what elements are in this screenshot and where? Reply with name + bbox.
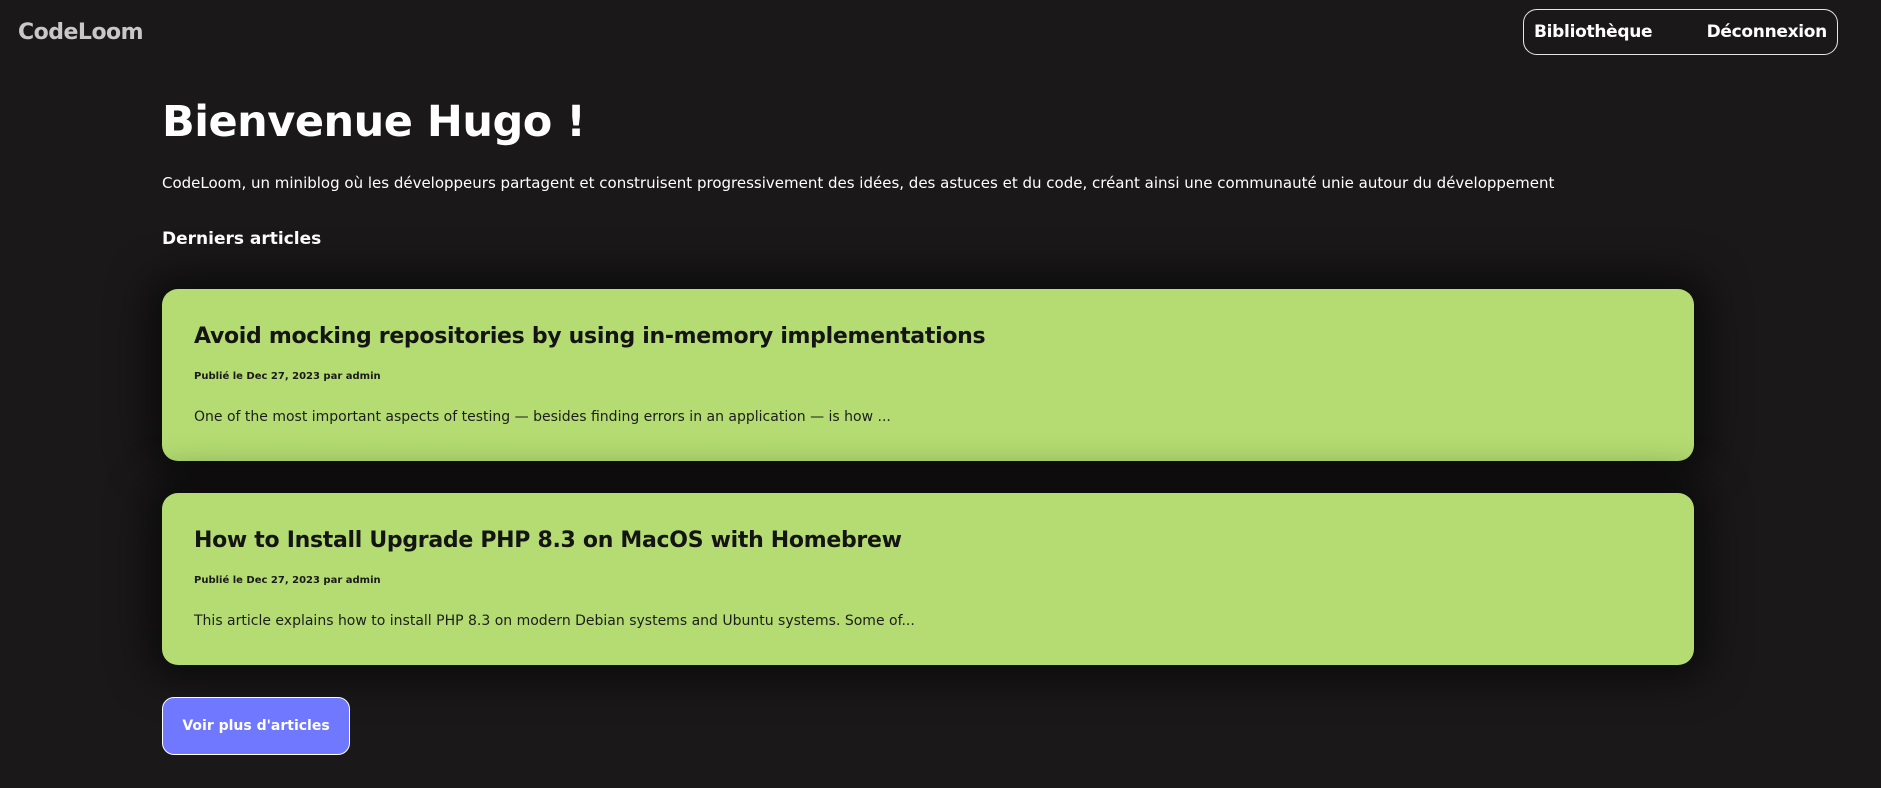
- nav-menu: Bibliothèque Déconnexion: [1523, 9, 1838, 55]
- article-card[interactable]: Avoid mocking repositories by using in-m…: [162, 289, 1694, 461]
- main-content: Bienvenue Hugo ! CodeLoom, un miniblog o…: [162, 96, 1694, 755]
- nav-link-logout[interactable]: Déconnexion: [1707, 22, 1828, 42]
- article-title[interactable]: Avoid mocking repositories by using in-m…: [194, 324, 986, 349]
- nav-link-library[interactable]: Bibliothèque: [1534, 22, 1653, 42]
- article-card[interactable]: How to Install Upgrade PHP 8.3 on MacOS …: [162, 493, 1694, 665]
- page-title: Bienvenue Hugo !: [162, 97, 586, 147]
- section-title: Derniers articles: [162, 229, 322, 249]
- site-logo[interactable]: CodeLoom: [18, 20, 144, 45]
- article-title[interactable]: How to Install Upgrade PHP 8.3 on MacOS …: [194, 528, 902, 553]
- article-meta: Publié le Dec 27, 2023 par admin: [194, 371, 381, 382]
- article-excerpt: One of the most important aspects of tes…: [194, 409, 891, 425]
- article-meta: Publié le Dec 27, 2023 par admin: [194, 575, 381, 586]
- intro-text: CodeLoom, un miniblog où les développeur…: [162, 174, 1555, 192]
- more-articles-button[interactable]: Voir plus d'articles: [162, 697, 350, 755]
- top-bar: CodeLoom Bibliothèque Déconnexion: [0, 0, 1881, 66]
- article-excerpt: This article explains how to install PHP…: [194, 613, 915, 629]
